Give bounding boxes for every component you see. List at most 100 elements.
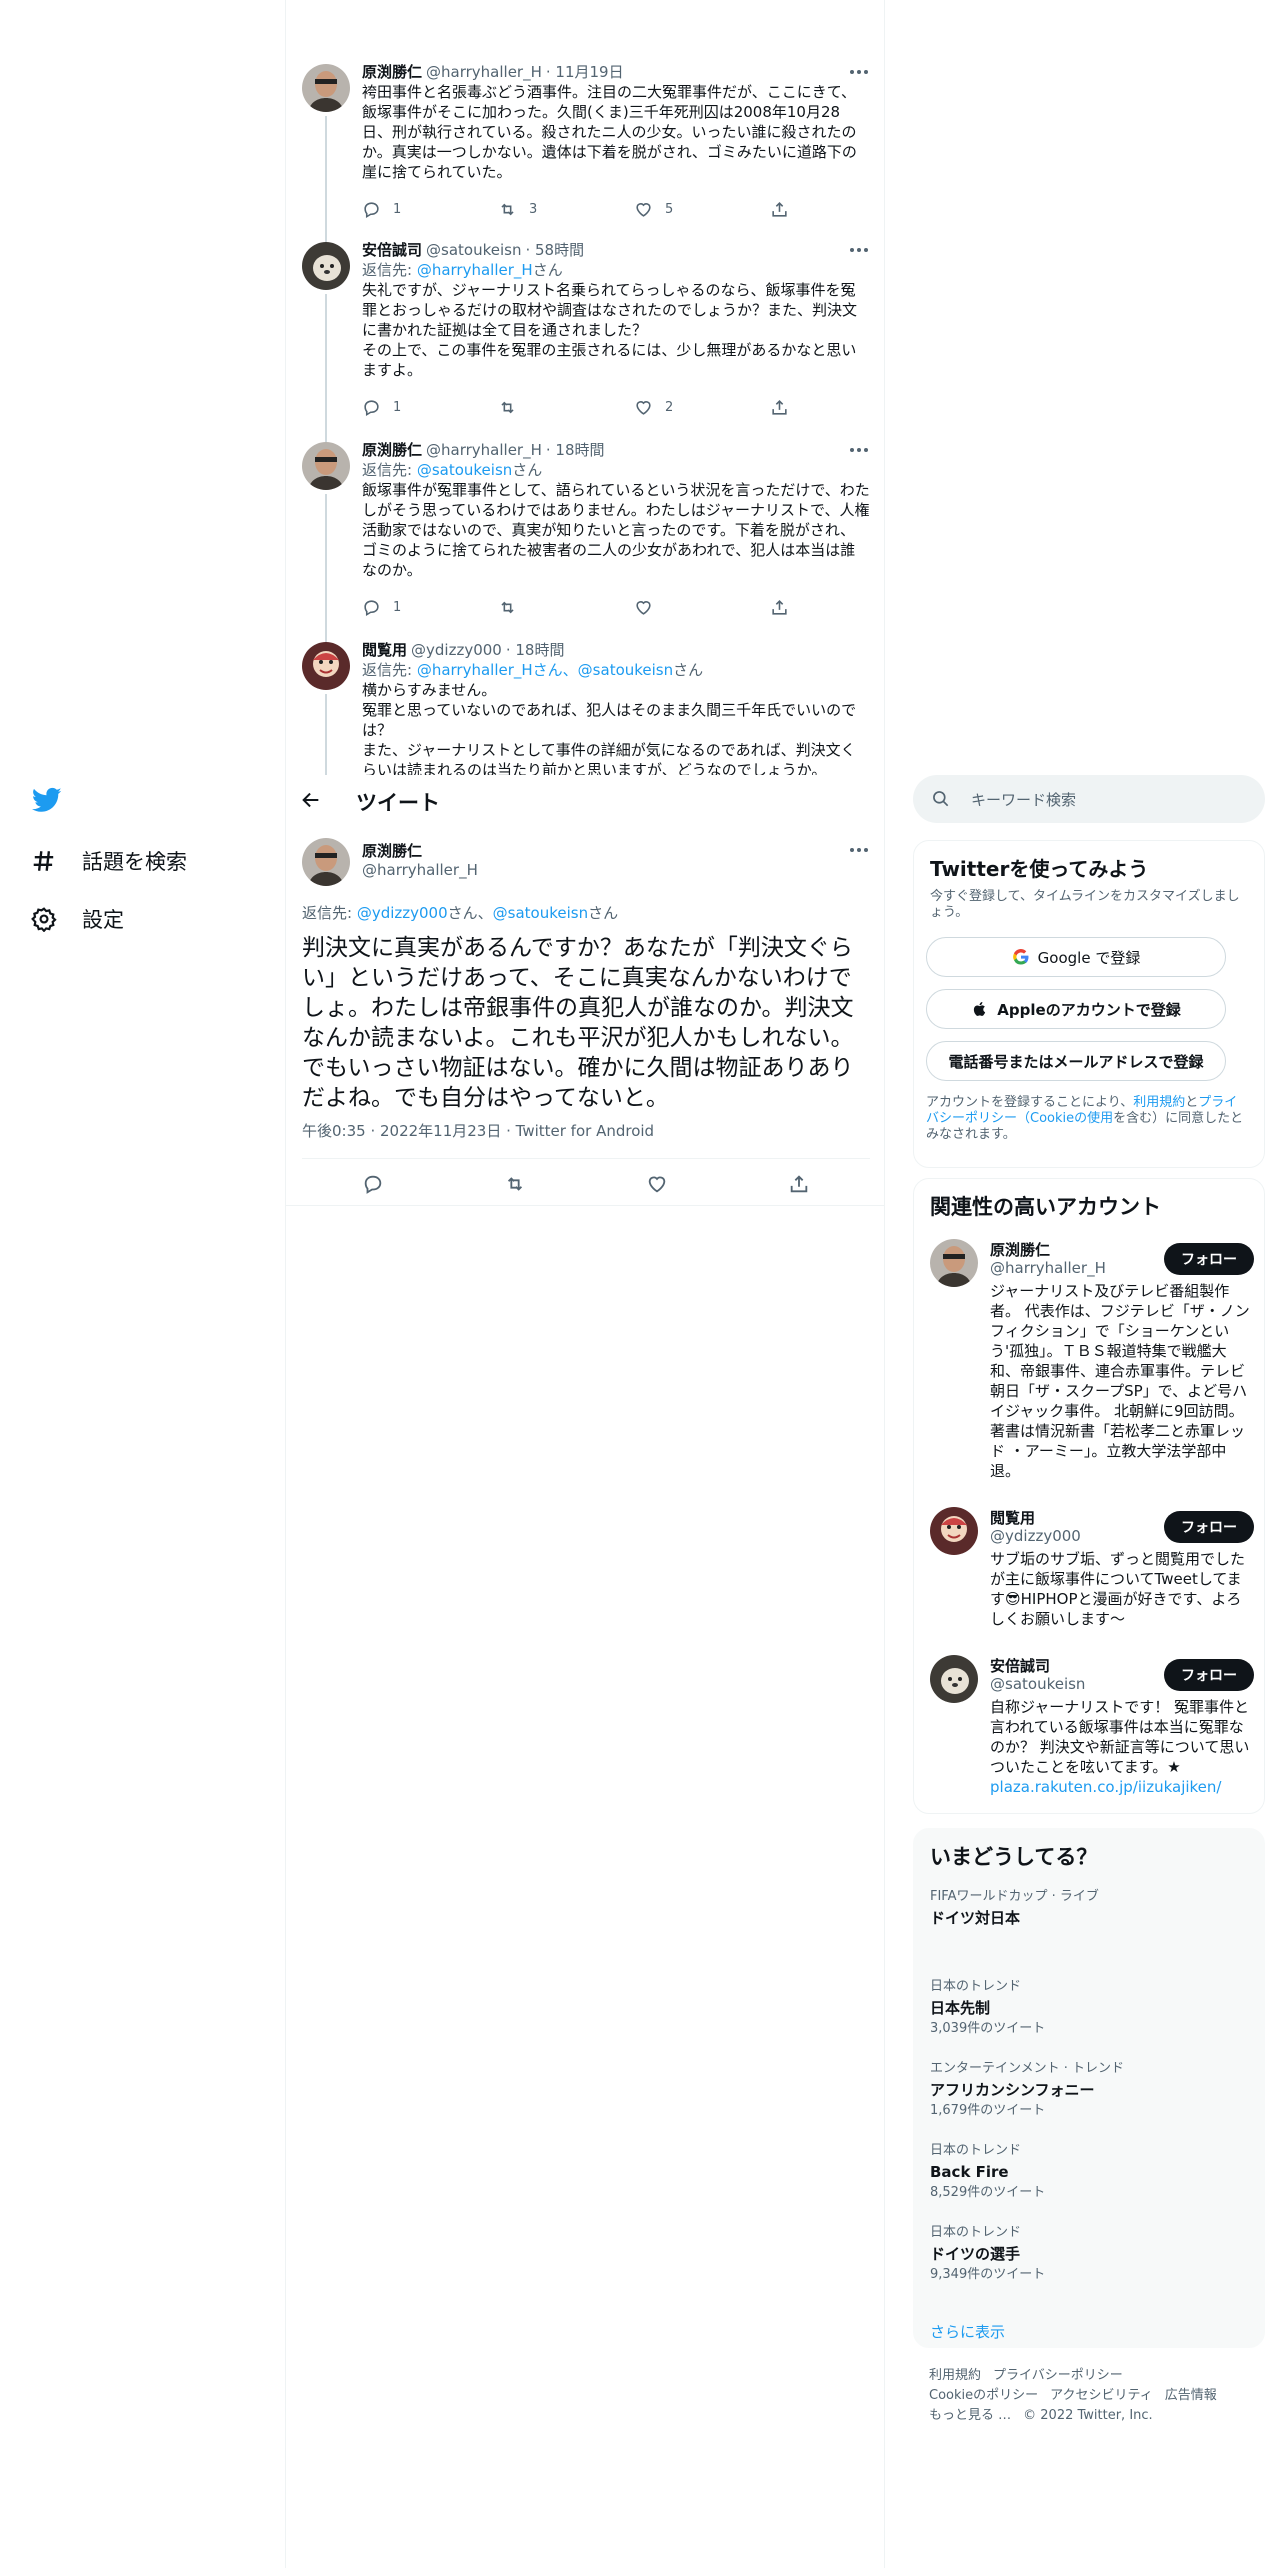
thread-tweet[interactable]: 安倍誠司 @satoukeisn · 58時間 返信先: @harryhalle…: [286, 240, 884, 444]
thread-line: [325, 116, 327, 256]
tweet-text: 失礼ですが、ジャーナリスト名乗られてらっしゃるのなら、飯塚事件を冤罪とおっしゃる…: [362, 281, 858, 379]
apple-signup-label: Appleのアカウントで登録: [997, 1000, 1181, 1019]
trend-item[interactable]: FIFAワールドカップ · ライブ ドイツ対日本: [930, 1889, 1250, 1929]
avatar[interactable]: [930, 1507, 978, 1555]
footer-more-link[interactable]: もっと見る …: [929, 2408, 1011, 2423]
retweet-button[interactable]: [498, 398, 529, 417]
avatar[interactable]: [302, 442, 350, 490]
account-bio: ジャーナリスト及びテレビ番組製作者。 代表作は、フジテレビ「ザ・ノンフィクション…: [990, 1282, 1250, 1480]
follow-button[interactable]: フォロー: [1164, 1659, 1254, 1691]
google-signup-button[interactable]: Google で登録: [926, 937, 1226, 977]
reply-icon[interactable]: [362, 1173, 384, 1195]
profile-link[interactable]: plaza.rakuten.co.jp/iizukajiken/: [990, 1778, 1221, 1796]
reply-button[interactable]: 1: [362, 398, 401, 417]
mention-link[interactable]: @satoukeisn: [417, 461, 512, 479]
author-handle[interactable]: @harryhaller_H: [426, 62, 542, 82]
like-button[interactable]: [634, 598, 665, 617]
more-icon[interactable]: [848, 842, 870, 858]
show-more-link[interactable]: さらに表示: [930, 2321, 1005, 2342]
account-handle[interactable]: @ydizzy000: [990, 1527, 1081, 1545]
author-name[interactable]: 閲覧用: [362, 640, 407, 660]
related-account[interactable]: 安倍誠司 @satoukeisn フォロー 自称ジャーナリストです！ 冤罪事件と…: [930, 1655, 1254, 1805]
apple-signup-button[interactable]: Appleのアカウントで登録: [926, 989, 1226, 1029]
share-button[interactable]: [770, 200, 789, 219]
trend-item[interactable]: 日本のトレンド ドイツの選手 9,349件のツイート: [930, 2225, 1250, 2283]
footer-link[interactable]: プライバシーポリシー: [993, 2368, 1123, 2383]
avatar[interactable]: [930, 1655, 978, 1703]
nav-item-explore[interactable]: 話題を検索: [30, 836, 187, 886]
more-icon[interactable]: [848, 242, 870, 258]
avatar[interactable]: [302, 64, 350, 112]
related-account[interactable]: 原渕勝仁 @harryhaller_H フォロー ジャーナリスト及びテレビ番組製…: [930, 1239, 1254, 1499]
thread-tweet[interactable]: 原渕勝仁 @harryhaller_H · 11月19日 袴田事件と名張毒ぶどう…: [286, 62, 884, 256]
reply-context: 返信先: @satoukeisnさん: [362, 461, 543, 479]
share-button[interactable]: [770, 598, 789, 617]
account-name[interactable]: 閲覧用: [990, 1507, 1035, 1528]
like-button[interactable]: 5: [634, 200, 673, 219]
tweet-date[interactable]: · 18時間: [546, 440, 605, 460]
author-name[interactable]: 原渕勝仁: [362, 440, 422, 460]
more-icon[interactable]: [848, 442, 870, 458]
retweet-button[interactable]: [498, 598, 529, 617]
search-input[interactable]: キーワード検索: [913, 775, 1265, 823]
mention-link[interactable]: @ydizzy000: [357, 904, 448, 922]
heart-icon[interactable]: [646, 1173, 668, 1195]
tweet-timestamp[interactable]: 午後0:35 · 2022年11月23日 · Twitter for Andro…: [302, 1120, 654, 1141]
author-name[interactable]: 安倍誠司: [362, 240, 422, 260]
mention-link[interactable]: @satoukeisn: [493, 904, 588, 922]
apple-icon: [974, 1002, 986, 1016]
retweet-icon[interactable]: [504, 1173, 526, 1195]
related-account[interactable]: 閲覧用 @ydizzy000 フォロー サブ垢のサブ垢、ずっと閲覧用でしたが主に…: [930, 1507, 1254, 1647]
tweet-date[interactable]: · 11月19日: [546, 62, 624, 82]
account-bio: サブ垢のサブ垢、ずっと閲覧用でしたが主に飯塚事件についてTweetしてます😎HI…: [990, 1550, 1246, 1628]
left-navigation: 話題を検索 設定: [0, 0, 285, 2568]
footer-link[interactable]: アクセシビリティ: [1050, 2388, 1153, 2403]
thread-tweet[interactable]: 原渕勝仁 @harryhaller_H · 18時間 返信先: @satouke…: [286, 440, 884, 644]
author-handle[interactable]: @satoukeisn: [426, 240, 521, 260]
follow-button[interactable]: フォロー: [1164, 1511, 1254, 1543]
phone-email-signup-button[interactable]: 電話番号またはメールアドレスで登録: [926, 1041, 1226, 1081]
trend-item[interactable]: エンターテインメント · トレンド アフリカンシンフォニー 1,679件のツイー…: [930, 2061, 1250, 2119]
author-handle[interactable]: @ydizzy000: [411, 640, 502, 660]
account-name[interactable]: 原渕勝仁: [990, 1239, 1050, 1260]
avatar[interactable]: [302, 838, 350, 886]
more-icon[interactable]: [848, 64, 870, 80]
main-column: 原渕勝仁 @harryhaller_H · 11月19日 袴田事件と名張毒ぶどう…: [285, 0, 885, 2568]
reply-button[interactable]: 1: [362, 598, 401, 617]
avatar[interactable]: [930, 1239, 978, 1287]
follow-button[interactable]: フォロー: [1164, 1243, 1254, 1275]
mention-link[interactable]: @harryhaller_H: [417, 261, 533, 279]
terms-link[interactable]: 利用規約: [1133, 1095, 1185, 1110]
account-handle[interactable]: @satoukeisn: [990, 1675, 1085, 1693]
footer-link[interactable]: 広告情報: [1165, 2388, 1217, 2403]
back-arrow-icon[interactable]: [300, 789, 324, 813]
share-button[interactable]: [770, 398, 789, 417]
thread-tweet[interactable]: 閲覧用 @ydizzy000 · 18時間 返信先: @harryhaller_…: [286, 640, 884, 775]
tweet-date[interactable]: · 18時間: [506, 640, 565, 660]
trend-count: 9,349件のツイート: [930, 2267, 1046, 2282]
twitter-bird-icon[interactable]: [30, 785, 70, 819]
footer-link[interactable]: Cookieのポリシー: [929, 2388, 1038, 2403]
author-handle[interactable]: @harryhaller_H: [362, 861, 478, 879]
share-icon[interactable]: [788, 1173, 810, 1195]
trend-item[interactable]: 日本のトレンド 日本先制 3,039件のツイート: [930, 1979, 1250, 2037]
like-button[interactable]: 2: [634, 398, 673, 417]
footer-link[interactable]: 利用規約: [929, 2368, 981, 2383]
avatar[interactable]: [302, 642, 350, 690]
share-icon: [772, 400, 787, 415]
mention-link[interactable]: @harryhaller_Hさん、@satoukeisn: [417, 661, 673, 679]
focal-tweet: 原渕勝仁 @harryhaller_H 返信先: @ydizzy000さん、@s…: [286, 828, 884, 1206]
account-bio: 自称ジャーナリストです！ 冤罪事件と言われている飯塚事件は本当に冤罪なのか？ 判…: [990, 1698, 1250, 1796]
account-name[interactable]: 安倍誠司: [990, 1655, 1050, 1676]
author-handle[interactable]: @harryhaller_H: [426, 440, 542, 460]
author-name[interactable]: 原渕勝仁: [362, 62, 422, 82]
avatar[interactable]: [302, 242, 350, 290]
account-handle[interactable]: @harryhaller_H: [990, 1259, 1106, 1277]
nav-item-settings[interactable]: 設定: [30, 894, 124, 944]
tweet-date[interactable]: · 58時間: [525, 240, 584, 260]
retweet-button[interactable]: 3: [498, 200, 537, 219]
reply-button[interactable]: 1: [362, 200, 401, 219]
signup-subtitle: 今すぐ登録して、タイムラインをカスタマイズしましょう。: [930, 889, 1240, 920]
trend-item[interactable]: 日本のトレンド Back Fire 8,529件のツイート: [930, 2143, 1250, 2201]
author-name[interactable]: 原渕勝仁: [362, 840, 422, 861]
